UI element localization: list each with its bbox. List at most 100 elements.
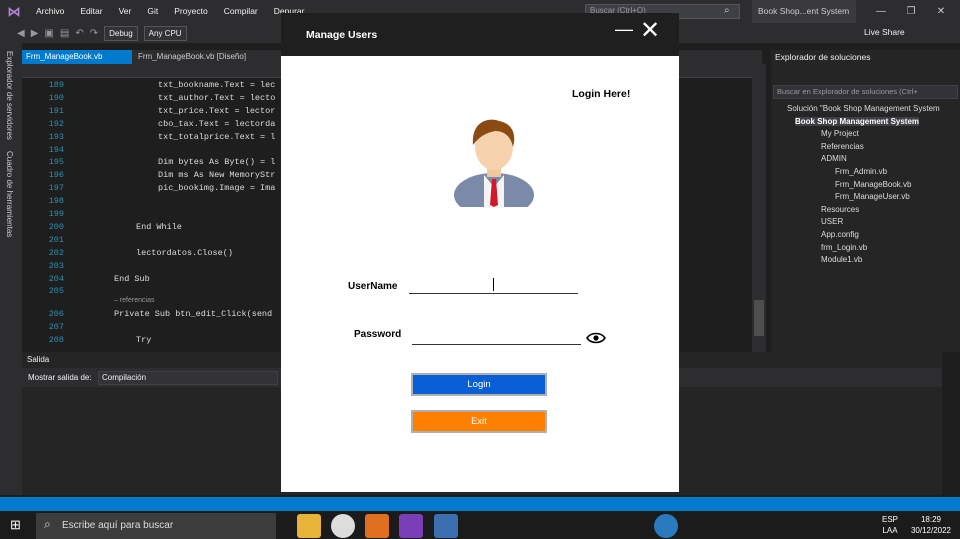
live-share-button[interactable]: Live Share (864, 27, 905, 37)
code-line[interactable]: Dim bytes As Byte() = l (158, 157, 275, 167)
line-number: 201 (48, 234, 64, 245)
menu-editar[interactable]: Editar (72, 0, 110, 23)
file-explorer-icon[interactable] (297, 514, 321, 538)
chrome-icon[interactable] (331, 514, 355, 538)
close-icon[interactable]: ✕ (926, 0, 956, 23)
undo-icon[interactable]: ↶ (72, 28, 86, 39)
code-line[interactable]: txt_bookname.Text = lec (158, 80, 275, 90)
close-icon[interactable]: ✕ (640, 16, 660, 45)
menu-archivo[interactable]: Archivo (28, 0, 72, 23)
exit-button[interactable]: Exit (411, 410, 547, 433)
windows-start-icon[interactable]: ⊞ (10, 517, 21, 533)
config-select[interactable]: Debug (104, 25, 138, 41)
solution-tree-item[interactable]: Book Shop Management System (795, 116, 920, 126)
server-explorer-tab[interactable]: Explorador de servidores (5, 51, 14, 140)
code-line[interactable]: txt_price.Text = lector (158, 106, 275, 116)
code-line[interactable]: End While (136, 222, 182, 232)
line-number: 207 (48, 322, 64, 333)
solution-tree-item[interactable]: App.config (821, 230, 859, 239)
clock-time: 18:29 (920, 515, 942, 524)
code-line[interactable]: txt_totalprice.Text = l (158, 132, 275, 142)
solution-tree-item[interactable]: USER (821, 217, 843, 226)
tab-frm-managebook-code[interactable]: Frm_ManageBook.vb (22, 50, 132, 64)
solution-tree-item[interactable]: Resources (821, 205, 859, 214)
solution-tree-item[interactable]: Referencias (821, 142, 864, 151)
output-title: Salida (27, 355, 50, 364)
toolbox-tab[interactable]: Cuadro de herramientas (5, 151, 14, 237)
line-number: 202 (48, 247, 64, 258)
line-number: 204 (48, 273, 64, 284)
menu-proyecto[interactable]: Proyecto (166, 0, 216, 23)
password-label: Password (354, 329, 402, 340)
tab-frm-managebook-design[interactable]: Frm_ManageBook.vb [Diseño] (134, 50, 250, 64)
line-number: 192 (48, 118, 64, 129)
solution-tree-item[interactable]: ADMIN (821, 154, 847, 163)
code-line[interactable]: Try (136, 335, 151, 345)
line-number: 193 (48, 131, 64, 142)
language-indicator[interactable]: ESP LAA (882, 514, 898, 536)
menu-compilar[interactable]: Compilar (216, 0, 266, 23)
line-number: 194 (48, 144, 64, 155)
line-number: 195 (48, 157, 64, 168)
text-caret (493, 278, 494, 291)
solution-explorer: Explorador de soluciones Buscar en Explo… (771, 50, 960, 352)
taskbar-clock[interactable]: 18:29 30/12/2022 (906, 514, 956, 536)
code-line[interactable]: cbo_tax.Text = lectorda (158, 119, 275, 129)
minimize-icon[interactable]: — (615, 19, 633, 40)
solution-explorer-title: Explorador de soluciones (775, 52, 871, 62)
running-app-icon[interactable] (434, 514, 458, 538)
new-project-icon[interactable]: ▣ (41, 28, 56, 39)
line-number: 199 (48, 209, 64, 219)
redo-icon[interactable]: ↷ (87, 28, 101, 39)
language-code: ESP (882, 515, 899, 524)
code-line[interactable]: txt_author.Text = lecto (158, 93, 275, 103)
references-codelens[interactable]: – referencias (114, 297, 154, 304)
line-number: 197 (48, 183, 64, 194)
left-tool-strip: Explorador de servidores Cuadro de herra… (0, 43, 22, 495)
menu-git[interactable]: Git (139, 0, 166, 23)
back-icon[interactable]: ◀ (14, 28, 28, 39)
solution-tree-item[interactable]: Frm_ManageUser.vb (835, 192, 910, 201)
visual-studio-icon[interactable] (399, 514, 423, 538)
line-number: 198 (48, 196, 64, 207)
solution-tree-item[interactable]: frm_Login.vb (821, 243, 867, 252)
ide-window-title: Book Shop...ent System (752, 0, 856, 23)
forward-icon[interactable]: ▶ (28, 28, 42, 39)
line-number: 205 (48, 286, 64, 297)
login-button[interactable]: Login (411, 373, 547, 396)
line-number: 206 (48, 309, 64, 320)
dialog-title: Manage Users (306, 29, 378, 41)
line-number: 190 (48, 92, 64, 103)
keyboard-layout: LAA (882, 526, 898, 535)
restore-icon[interactable]: ❐ (896, 0, 926, 23)
code-line[interactable]: Dim ms As New MemoryStr (158, 170, 275, 180)
platform-select[interactable]: Any CPU (143, 25, 187, 41)
username-input[interactable] (409, 293, 578, 294)
search-icon: ⌕ (44, 517, 51, 531)
search-icon[interactable]: ⌕ (724, 5, 730, 16)
editor-scroll-thumb[interactable] (754, 300, 764, 336)
dialog-title-bar: Manage Users — ✕ (281, 13, 679, 56)
login-heading: Login Here! (572, 88, 631, 100)
password-input[interactable] (412, 344, 581, 345)
save-icon[interactable]: ▤ (57, 28, 72, 39)
eye-icon[interactable] (586, 331, 606, 345)
taskbar-search-input[interactable]: Escribe aquí para buscar (36, 513, 276, 539)
solution-tree-item[interactable]: Frm_Admin.vb (835, 167, 887, 176)
help-icon[interactable] (654, 514, 678, 538)
line-number: 189 (48, 80, 64, 90)
solution-tree-item[interactable]: Frm_ManageBook.vb (835, 180, 911, 189)
code-line[interactable]: pic_bookimg.Image = Ima (158, 183, 275, 193)
code-line[interactable]: End Sub (114, 274, 150, 284)
solution-tree-item[interactable]: Solución "Book Shop Management System (787, 104, 940, 113)
menu-ver[interactable]: Ver (111, 0, 140, 23)
solution-tree-item[interactable]: Module1.vb (821, 255, 862, 264)
code-line[interactable]: lectordatos.Close() (136, 248, 233, 258)
solution-tree-item[interactable]: My Project (821, 129, 859, 138)
output-source-select[interactable]: Compilación (98, 371, 278, 385)
app-icon[interactable] (365, 514, 389, 538)
line-number: 208 (48, 335, 64, 346)
solution-search-input[interactable]: Buscar en Explorador de soluciones (Ctrl… (773, 85, 958, 99)
minimize-icon[interactable]: — (866, 0, 896, 23)
code-line[interactable]: Private Sub btn_edit_Click(send (114, 309, 272, 319)
